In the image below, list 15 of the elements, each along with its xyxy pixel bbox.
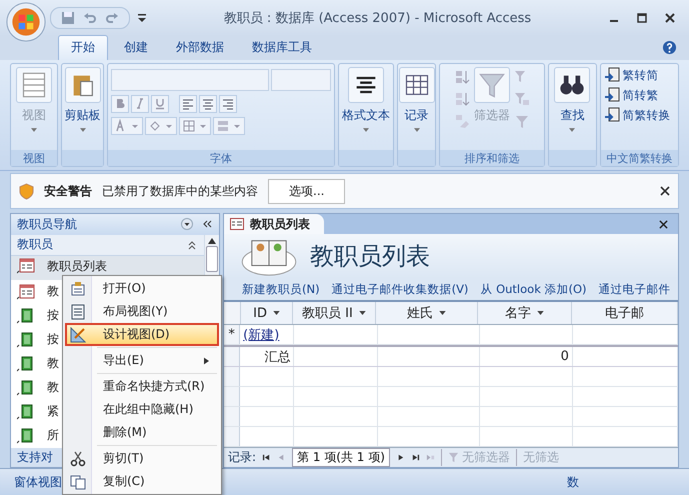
table-cell: 汇总 — [240, 347, 294, 366]
pane-title: 教职员导航 — [17, 216, 78, 233]
group-label: 视图 — [11, 150, 58, 166]
form-title: 教职员列表 — [310, 241, 430, 272]
pane-footer: 支持对 — [17, 448, 53, 466]
record-label: 记录: — [228, 449, 256, 466]
group-label: 排序和筛选 — [440, 150, 544, 166]
window-title: 教职员 : 数据库 (Access 2007) - Microsoft Access — [224, 10, 532, 27]
status-indicator: 数 — [567, 474, 579, 490]
new-record-marker: * — [224, 325, 240, 344]
warning-title: 安全警告 — [44, 182, 92, 200]
group-label: 中文简繁转换 — [600, 150, 678, 166]
warning-message: 已禁用了数据库中的某些内容 — [102, 182, 258, 200]
table-cell: 0 — [480, 347, 573, 366]
group-label: 字体 — [108, 150, 334, 166]
